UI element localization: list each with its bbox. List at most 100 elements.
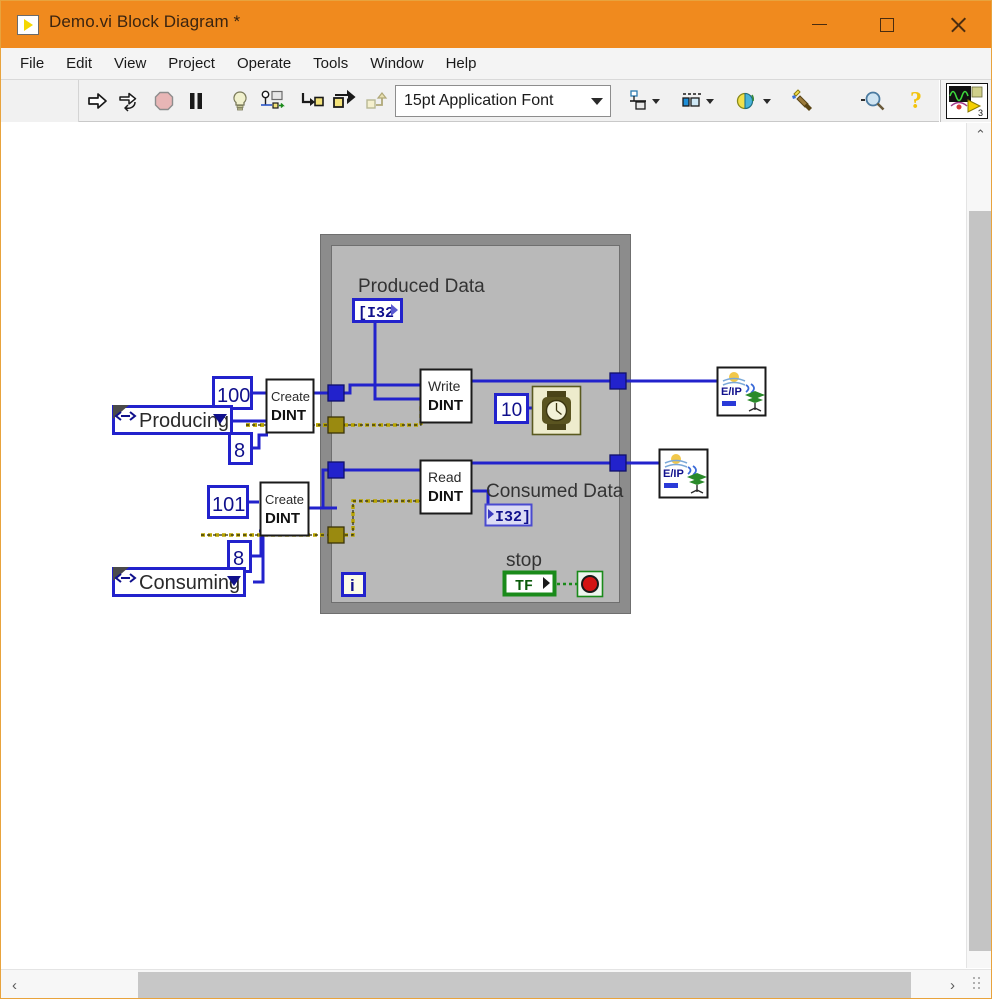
- write-dint-line2: DINT: [428, 397, 463, 414]
- help-button[interactable]: ?: [901, 85, 931, 117]
- constant-8-top[interactable]: 8: [228, 432, 253, 465]
- horizontal-scrollbar-thumb[interactable]: [138, 972, 911, 998]
- close-icon: [949, 16, 967, 34]
- stop-label: stop: [506, 550, 542, 571]
- toolbar-left-pad: [1, 80, 79, 122]
- produced-data-terminal-text: [I32: [358, 305, 394, 322]
- produced-data-label: Produced Data: [358, 276, 485, 297]
- menu-item-file[interactable]: File: [9, 52, 55, 75]
- align-objects-button[interactable]: [623, 85, 663, 117]
- search-button[interactable]: [857, 85, 891, 117]
- read-dint-subvi[interactable]: Read DINT: [419, 459, 473, 515]
- scroll-left-arrow-icon[interactable]: ‹: [1, 970, 28, 998]
- step-out-button[interactable]: [361, 85, 391, 117]
- menu-bar: File Edit View Project Operate Tools Win…: [1, 48, 991, 80]
- align-objects-icon: [630, 90, 646, 110]
- clean-up-diagram-button[interactable]: [787, 85, 821, 117]
- create-dint-bottom-line2: DINT: [265, 510, 300, 527]
- search-magnifier-icon: [861, 91, 885, 111]
- chevron-down-icon: [652, 98, 660, 104]
- chevron-down-icon: [763, 98, 771, 104]
- horizontal-scrollbar[interactable]: ‹ ›: [1, 969, 991, 998]
- vi-icon-drawing: 3: [949, 86, 983, 118]
- pause-button[interactable]: [181, 85, 211, 117]
- font-selector-arrow[interactable]: [584, 97, 610, 105]
- scroll-right-arrow-icon[interactable]: ›: [939, 970, 966, 998]
- menu-item-window[interactable]: Window: [359, 52, 434, 75]
- constant-10-value: 10: [501, 400, 522, 421]
- title-bar: Demo.vi Block Diagram *: [1, 1, 991, 48]
- block-diagram-graphics: Produced Data [I32 10 Write DINT Read DI…: [112, 234, 767, 614]
- step-into-icon: [301, 93, 324, 107]
- maximize-button[interactable]: [864, 1, 910, 48]
- iteration-terminal[interactable]: i: [341, 572, 366, 597]
- read-dint-line2: DINT: [428, 488, 463, 505]
- consumed-data-terminal-text: I32]: [495, 509, 531, 526]
- retain-wire-values-button[interactable]: [257, 85, 287, 117]
- vertical-scrollbar-thumb[interactable]: [969, 211, 991, 951]
- create-dint-bottom-subvi[interactable]: Create DINT: [259, 481, 310, 537]
- menu-item-operate[interactable]: Operate: [226, 52, 302, 75]
- consumed-data-terminal[interactable]: I32]: [484, 503, 533, 527]
- step-over-icon: [333, 89, 356, 108]
- menu-item-help[interactable]: Help: [435, 52, 488, 75]
- producing-control[interactable]: Producing: [112, 405, 233, 435]
- menu-item-tools[interactable]: Tools: [302, 52, 359, 75]
- loop-conditional-terminal[interactable]: [576, 570, 604, 598]
- distribute-objects-button[interactable]: [677, 85, 717, 117]
- resize-grip[interactable]: [969, 973, 989, 995]
- consuming-control[interactable]: Consuming: [112, 567, 246, 597]
- eip-node-bottom-label: E/IP: [663, 468, 684, 480]
- stop-terminal-text: TF: [515, 578, 533, 595]
- run-continuously-button[interactable]: [113, 85, 143, 117]
- lightbulb-icon: [233, 91, 247, 111]
- vi-icon-graphic: 3: [946, 83, 988, 119]
- step-over-button[interactable]: [329, 85, 359, 117]
- constant-10-wait[interactable]: 10: [494, 393, 529, 424]
- vi-icon-badge: 3: [978, 108, 983, 118]
- eip-node-top-label: E/IP: [721, 386, 742, 398]
- highlight-execution-button[interactable]: [225, 85, 255, 117]
- scroll-up-arrow-icon[interactable]: ⌃: [967, 123, 991, 147]
- eip-node-top[interactable]: E/IP: [716, 366, 767, 417]
- close-button[interactable]: [935, 1, 981, 48]
- block-diagram-canvas[interactable]: Produced Data [I32 10 Write DINT Read DI…: [1, 123, 965, 968]
- step-into-button[interactable]: [297, 85, 327, 117]
- labview-block-diagram-window: Demo.vi Block Diagram * File Edit View P…: [0, 0, 992, 999]
- clean-up-diagram-icon: [792, 89, 812, 111]
- write-dint-subvi[interactable]: Write DINT: [419, 368, 473, 424]
- constant-101-value: 101: [212, 494, 245, 516]
- eip-node-bottom[interactable]: E/IP: [658, 448, 709, 499]
- run-continuously-icon: [119, 92, 137, 112]
- constant-8-top-value: 8: [234, 440, 245, 462]
- vertical-scrollbar[interactable]: ⌃: [966, 123, 991, 968]
- menu-item-view[interactable]: View: [103, 52, 157, 75]
- window-title: Demo.vi Block Diagram *: [49, 12, 241, 31]
- maximize-icon: [880, 17, 894, 32]
- question-mark-icon: ?: [910, 87, 922, 114]
- step-out-icon: [366, 92, 388, 109]
- create-dint-top-line1: Create: [271, 389, 310, 404]
- font-selector[interactable]: 15pt Application Font: [395, 85, 611, 117]
- create-dint-bottom-line1: Create: [265, 492, 304, 507]
- abort-button[interactable]: [149, 85, 179, 117]
- wait-ms-function[interactable]: [531, 385, 582, 436]
- distribute-objects-icon: [682, 93, 701, 107]
- reorder-button[interactable]: [733, 85, 773, 117]
- vi-icon-pane[interactable]: 3: [940, 80, 991, 122]
- constant-101[interactable]: 101: [207, 485, 249, 519]
- vi-app-icon: [17, 15, 39, 35]
- constant-100[interactable]: 100: [212, 376, 253, 410]
- menu-item-project[interactable]: Project: [157, 52, 226, 75]
- produced-data-terminal[interactable]: [I32: [352, 298, 403, 323]
- retain-wire-values-icon: [261, 90, 285, 109]
- pause-icon: [190, 93, 202, 109]
- menu-item-edit[interactable]: Edit: [55, 52, 103, 75]
- create-dint-top-subvi[interactable]: Create DINT: [265, 378, 315, 434]
- run-button[interactable]: [83, 85, 113, 117]
- chevron-down-icon: [591, 97, 603, 105]
- stop-boolean-terminal[interactable]: TF: [502, 570, 557, 597]
- font-selector-value: 15pt Application Font: [404, 92, 554, 109]
- minimize-button[interactable]: [796, 1, 842, 48]
- create-dint-top-line2: DINT: [271, 407, 306, 424]
